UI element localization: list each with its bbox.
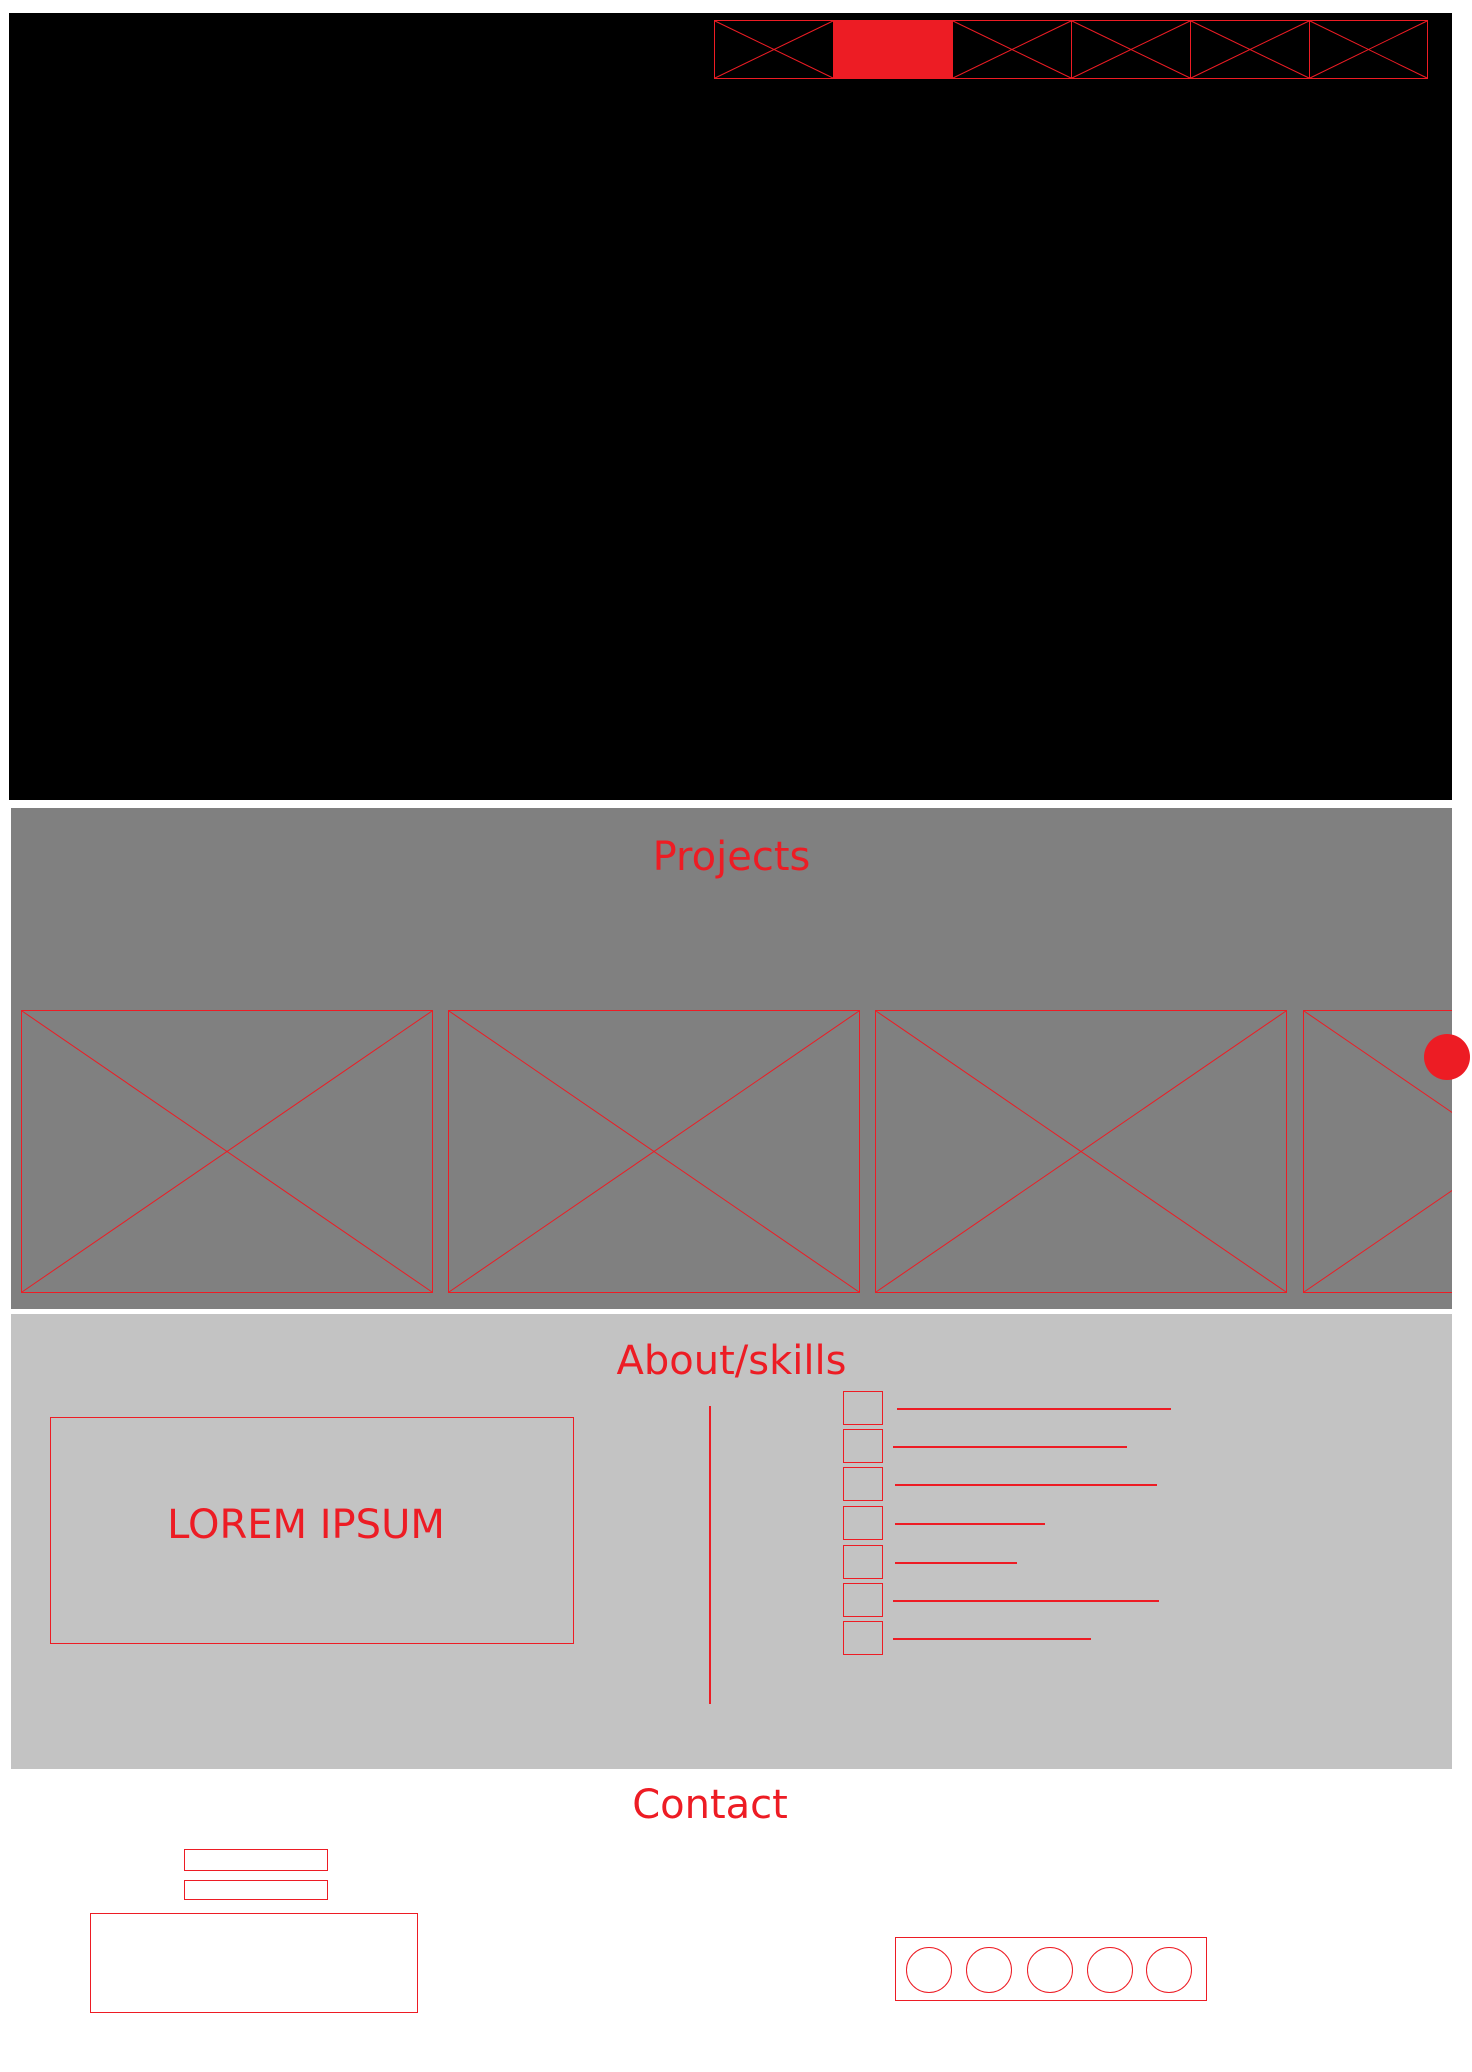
about-title: About/skills xyxy=(616,1338,847,1384)
skill-checkbox[interactable] xyxy=(843,1391,883,1425)
about-text-box: LOREM IPSUM xyxy=(50,1417,574,1644)
image-placeholder-icon xyxy=(21,1010,433,1293)
nav-bar xyxy=(714,20,1428,79)
skill-bar xyxy=(895,1523,1045,1525)
nav-item-4[interactable] xyxy=(1071,20,1191,79)
projects-section: Projects xyxy=(11,808,1452,1309)
email-input[interactable] xyxy=(184,1880,328,1900)
skill-row xyxy=(843,1583,1159,1619)
image-placeholder-icon xyxy=(714,20,834,79)
projects-title: Projects xyxy=(652,834,811,880)
nav-item-2-active[interactable] xyxy=(834,21,953,78)
image-placeholder-icon xyxy=(1190,20,1310,79)
skill-bar xyxy=(897,1408,1171,1410)
skill-row xyxy=(843,1545,1143,1581)
image-placeholder-icon xyxy=(875,1010,1287,1293)
social-icon[interactable] xyxy=(1027,1947,1073,1993)
skill-checkbox[interactable] xyxy=(843,1467,883,1501)
social-icon[interactable] xyxy=(1087,1947,1133,1993)
project-card-3[interactable] xyxy=(875,1010,1287,1293)
project-card-1[interactable] xyxy=(21,1010,433,1293)
section-divider xyxy=(709,1406,711,1704)
nav-item-1[interactable] xyxy=(714,20,834,79)
skill-checkbox[interactable] xyxy=(843,1429,883,1463)
hero-section xyxy=(9,13,1452,800)
skill-checkbox[interactable] xyxy=(843,1506,883,1540)
project-card-2[interactable] xyxy=(448,1010,860,1293)
image-placeholder-icon xyxy=(1309,20,1428,79)
skill-bar xyxy=(895,1484,1157,1486)
skill-row xyxy=(843,1391,1171,1427)
skill-checkbox[interactable] xyxy=(843,1583,883,1617)
image-placeholder-icon xyxy=(1071,20,1191,79)
social-icon[interactable] xyxy=(1146,1947,1192,1993)
contact-title: Contact xyxy=(632,1782,788,1828)
about-section: About/skills LOREM IPSUM xyxy=(11,1314,1452,1769)
skill-row xyxy=(843,1621,1143,1657)
skill-bar xyxy=(895,1562,1017,1564)
social-links-bar xyxy=(895,1937,1207,2001)
name-input[interactable] xyxy=(184,1849,328,1871)
nav-item-6[interactable] xyxy=(1309,20,1428,79)
skill-row xyxy=(843,1467,1157,1503)
skill-bar xyxy=(893,1446,1127,1448)
nav-item-3[interactable] xyxy=(952,20,1072,79)
skill-row xyxy=(843,1506,1143,1542)
skill-row xyxy=(843,1429,1143,1465)
social-icon[interactable] xyxy=(966,1947,1012,1993)
image-placeholder-icon xyxy=(448,1010,860,1293)
skill-bar xyxy=(893,1638,1091,1640)
skill-bar xyxy=(893,1600,1159,1602)
nav-item-5[interactable] xyxy=(1190,20,1310,79)
carousel-next-dot[interactable] xyxy=(1424,1034,1470,1080)
skill-checkbox[interactable] xyxy=(843,1621,883,1655)
social-icon[interactable] xyxy=(906,1947,952,1993)
message-textarea[interactable] xyxy=(90,1913,418,2013)
image-placeholder-icon xyxy=(952,20,1072,79)
skill-checkbox[interactable] xyxy=(843,1545,883,1579)
about-box-text: LOREM IPSUM xyxy=(167,1502,445,1548)
